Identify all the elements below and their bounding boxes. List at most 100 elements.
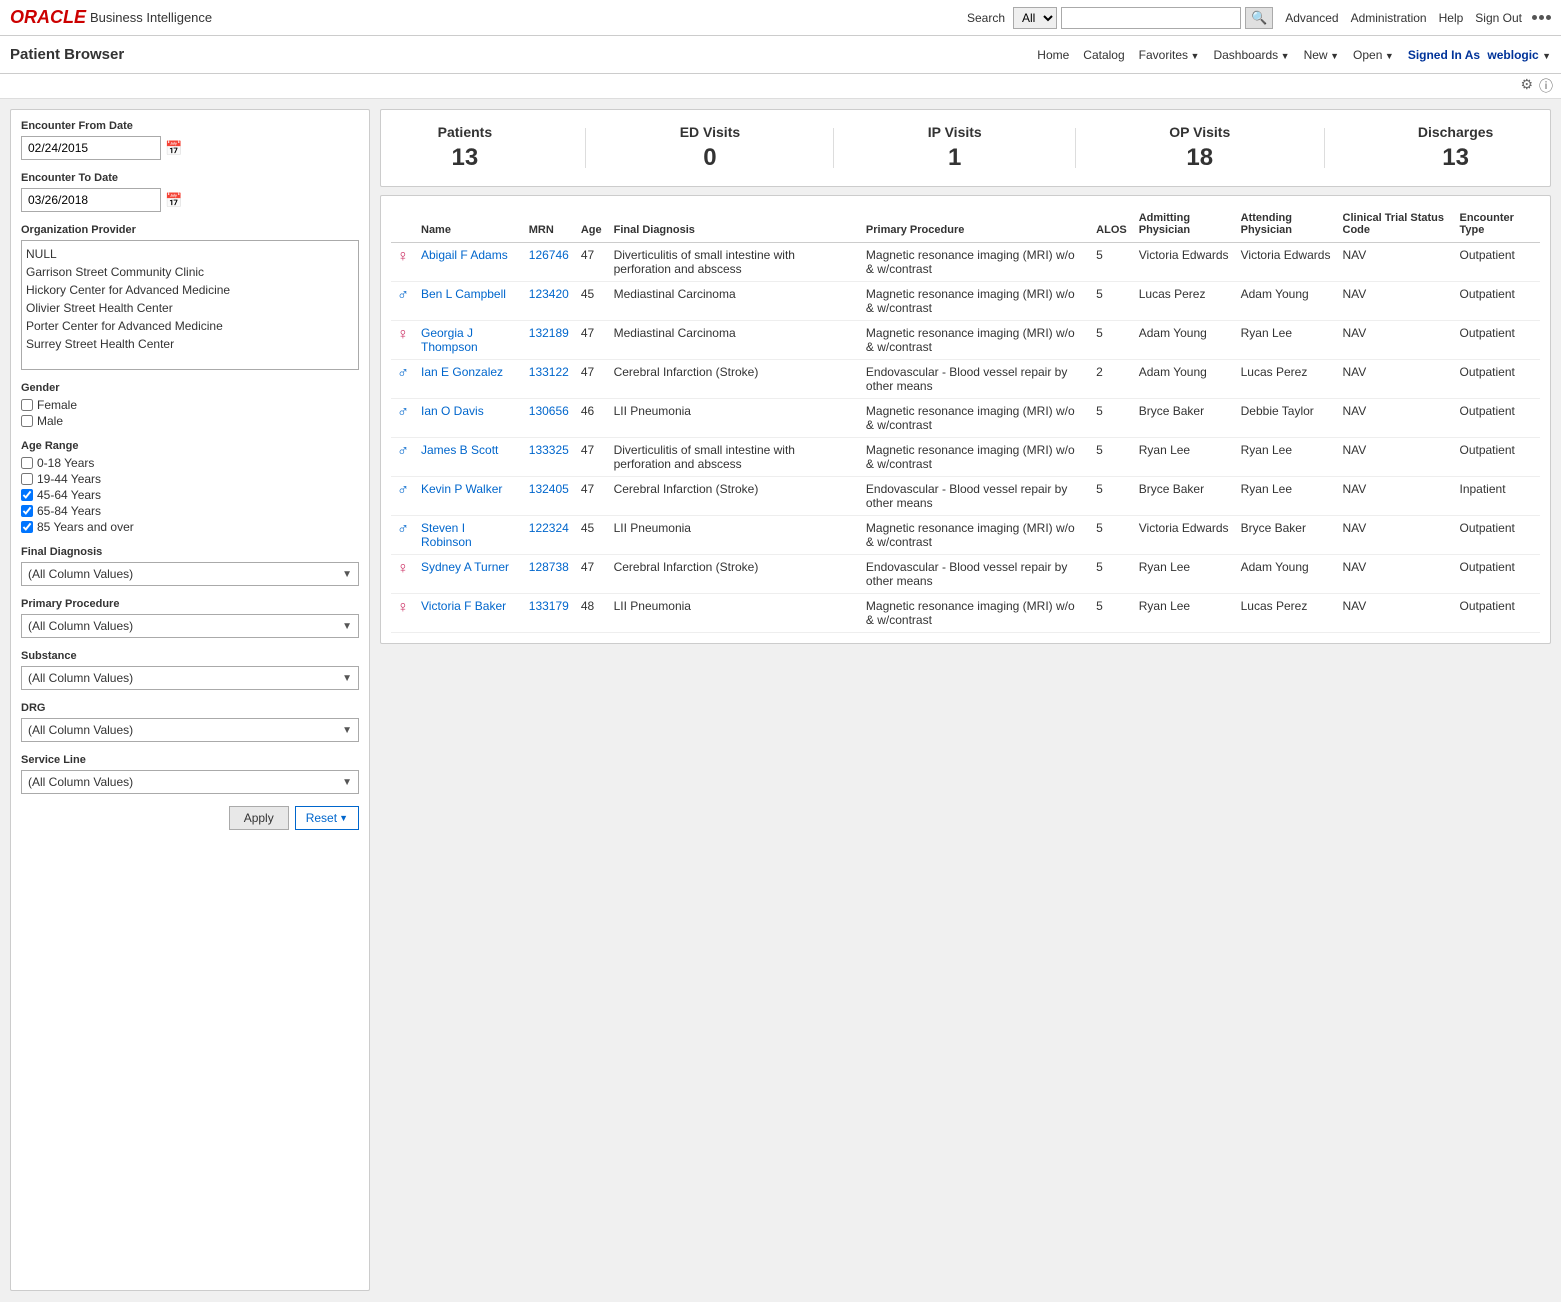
patient-alos-cell: 5 [1090, 477, 1133, 516]
search-input[interactable] [1061, 7, 1241, 29]
patient-mrn[interactable]: 128738 [529, 560, 569, 574]
catalog-link[interactable]: Catalog [1083, 48, 1124, 62]
patient-clinical-trial-cell: NAV [1337, 282, 1454, 321]
patient-mrn-cell: 130656 [523, 399, 575, 438]
home-link[interactable]: Home [1037, 48, 1069, 62]
patients-stat: Patients 13 [438, 124, 492, 172]
patient-primary-procedure-cell: Endovascular - Blood vessel repair by ot… [860, 555, 1090, 594]
male-icon: ♂ [397, 443, 409, 460]
patient-name[interactable]: Ben L Campbell [421, 287, 506, 301]
gender-female-checkbox[interactable] [21, 399, 33, 411]
encounter-to-input[interactable] [21, 188, 161, 212]
patient-mrn[interactable]: 130656 [529, 404, 569, 418]
org-list-item[interactable]: NULL [26, 245, 354, 263]
age-range-label: 19-44 Years [37, 472, 101, 486]
gender-icon-cell: ♀ [391, 321, 415, 360]
patient-name[interactable]: Victoria F Baker [421, 599, 506, 613]
stat-divider-3 [1075, 128, 1076, 168]
age-range-checkbox[interactable] [21, 505, 33, 517]
right-panel: Patients 13 ED Visits 0 IP Visits 1 OP V… [380, 109, 1551, 1291]
search-scope-select[interactable]: All [1013, 7, 1057, 29]
administration-link[interactable]: Administration [1351, 11, 1427, 25]
patient-name[interactable]: Sydney A Turner [421, 560, 509, 574]
ip-visits-label: IP Visits [928, 124, 982, 140]
substance-dropdown[interactable]: (All Column Values) ▼ [21, 666, 359, 690]
drg-label: DRG [21, 702, 359, 714]
patient-mrn[interactable]: 122324 [529, 521, 569, 535]
age-range-checkbox[interactable] [21, 473, 33, 485]
patient-admitting-physician-cell: Ryan Lee [1133, 594, 1235, 633]
patient-mrn[interactable]: 133325 [529, 443, 569, 457]
encounter-from-calendar-icon[interactable]: 📅 [165, 140, 182, 157]
advanced-link[interactable]: Advanced [1285, 11, 1338, 25]
patient-encounter-type-cell: Outpatient [1453, 321, 1540, 360]
help-link[interactable]: Help [1439, 11, 1464, 25]
patient-name[interactable]: Steven I Robinson [421, 521, 472, 549]
patient-primary-procedure-cell: Magnetic resonance imaging (MRI) w/o & w… [860, 321, 1090, 360]
gender-male-label: Male [37, 414, 63, 428]
patient-mrn[interactable]: 133179 [529, 599, 569, 613]
patient-name[interactable]: James B Scott [421, 443, 498, 457]
new-link[interactable]: New [1304, 48, 1339, 62]
table-row: ♀Georgia J Thompson13218947Mediastinal C… [391, 321, 1540, 360]
reset-button[interactable]: Reset ▼ [295, 806, 359, 830]
patient-primary-procedure-cell: Magnetic resonance imaging (MRI) w/o & w… [860, 516, 1090, 555]
encounter-to-calendar-icon[interactable]: 📅 [165, 192, 182, 209]
patient-name[interactable]: Ian O Davis [421, 404, 484, 418]
patient-mrn[interactable]: 126746 [529, 248, 569, 262]
patient-final-diagnosis-cell: Diverticulitis of small intestine with p… [608, 438, 860, 477]
org-list-item[interactable]: Olivier Street Health Center [26, 299, 354, 317]
signed-in-dropdown[interactable]: ▼ [1542, 51, 1551, 61]
patient-mrn[interactable]: 132189 [529, 326, 569, 340]
final-diagnosis-dropdown[interactable]: (All Column Values) ▼ [21, 562, 359, 586]
dashboards-link[interactable]: Dashboards [1213, 48, 1289, 62]
patient-mrn[interactable]: 133122 [529, 365, 569, 379]
patient-mrn[interactable]: 132405 [529, 482, 569, 496]
patient-clinical-trial-cell: NAV [1337, 555, 1454, 594]
patient-alos-cell: 5 [1090, 438, 1133, 477]
org-list-item[interactable]: Hickory Center for Advanced Medicine [26, 281, 354, 299]
patient-primary-procedure-cell: Magnetic resonance imaging (MRI) w/o & w… [860, 282, 1090, 321]
service-line-dropdown[interactable]: (All Column Values) ▼ [21, 770, 359, 794]
favorites-link[interactable]: Favorites [1139, 48, 1200, 62]
age-range-checkbox[interactable] [21, 489, 33, 501]
help-circle-icon[interactable]: ⓘ [1539, 76, 1553, 96]
gender-male-checkbox[interactable] [21, 415, 33, 427]
open-link[interactable]: Open [1353, 48, 1394, 62]
service-line-label: Service Line [21, 754, 359, 766]
org-list-item[interactable]: Surrey Street Health Center [26, 335, 354, 353]
patient-attending-physician-cell: Debbie Taylor [1235, 399, 1337, 438]
gear-icon[interactable]: ⚙ [1520, 76, 1533, 96]
org-provider-list[interactable]: NULLGarrison Street Community ClinicHick… [21, 240, 359, 370]
substance-value: (All Column Values) [28, 671, 133, 685]
gender-icon-cell: ♀ [391, 555, 415, 594]
patient-encounter-type-cell: Outpatient [1453, 360, 1540, 399]
org-list-item[interactable]: Porter Center for Advanced Medicine [26, 317, 354, 335]
filter-panel: Encounter From Date 📅 Encounter To Date … [10, 109, 370, 1291]
sign-out-link[interactable]: Sign Out [1475, 11, 1522, 25]
col-header-primary-procedure: Primary Procedure [860, 206, 1090, 243]
drg-dropdown[interactable]: (All Column Values) ▼ [21, 718, 359, 742]
col-header-admitting-physician: Admitting Physician [1133, 206, 1235, 243]
age-range-checkbox[interactable] [21, 457, 33, 469]
apply-button[interactable]: Apply [229, 806, 289, 830]
patient-final-diagnosis-cell: Mediastinal Carcinoma [608, 321, 860, 360]
patient-admitting-physician-cell: Adam Young [1133, 321, 1235, 360]
signed-in-user[interactable]: weblogic [1487, 48, 1538, 62]
primary-procedure-dropdown[interactable]: (All Column Values) ▼ [21, 614, 359, 638]
gender-female-label: Female [37, 398, 77, 412]
gender-icon-cell: ♀ [391, 243, 415, 282]
search-button[interactable]: 🔍 [1245, 7, 1273, 29]
patient-mrn[interactable]: 123420 [529, 287, 569, 301]
encounter-from-input[interactable] [21, 136, 161, 160]
patient-name[interactable]: Kevin P Walker [421, 482, 502, 496]
age-range-label: 45-64 Years [37, 488, 101, 502]
patient-name[interactable]: Abigail F Adams [421, 248, 508, 262]
age-range-checkbox[interactable] [21, 521, 33, 533]
patient-primary-procedure-cell: Magnetic resonance imaging (MRI) w/o & w… [860, 438, 1090, 477]
bi-label: Business Intelligence [90, 10, 212, 25]
org-list-item[interactable]: Garrison Street Community Clinic [26, 263, 354, 281]
nav-dot-2 [1539, 15, 1544, 20]
patient-name[interactable]: Ian E Gonzalez [421, 365, 503, 379]
patient-name[interactable]: Georgia J Thompson [421, 326, 478, 354]
